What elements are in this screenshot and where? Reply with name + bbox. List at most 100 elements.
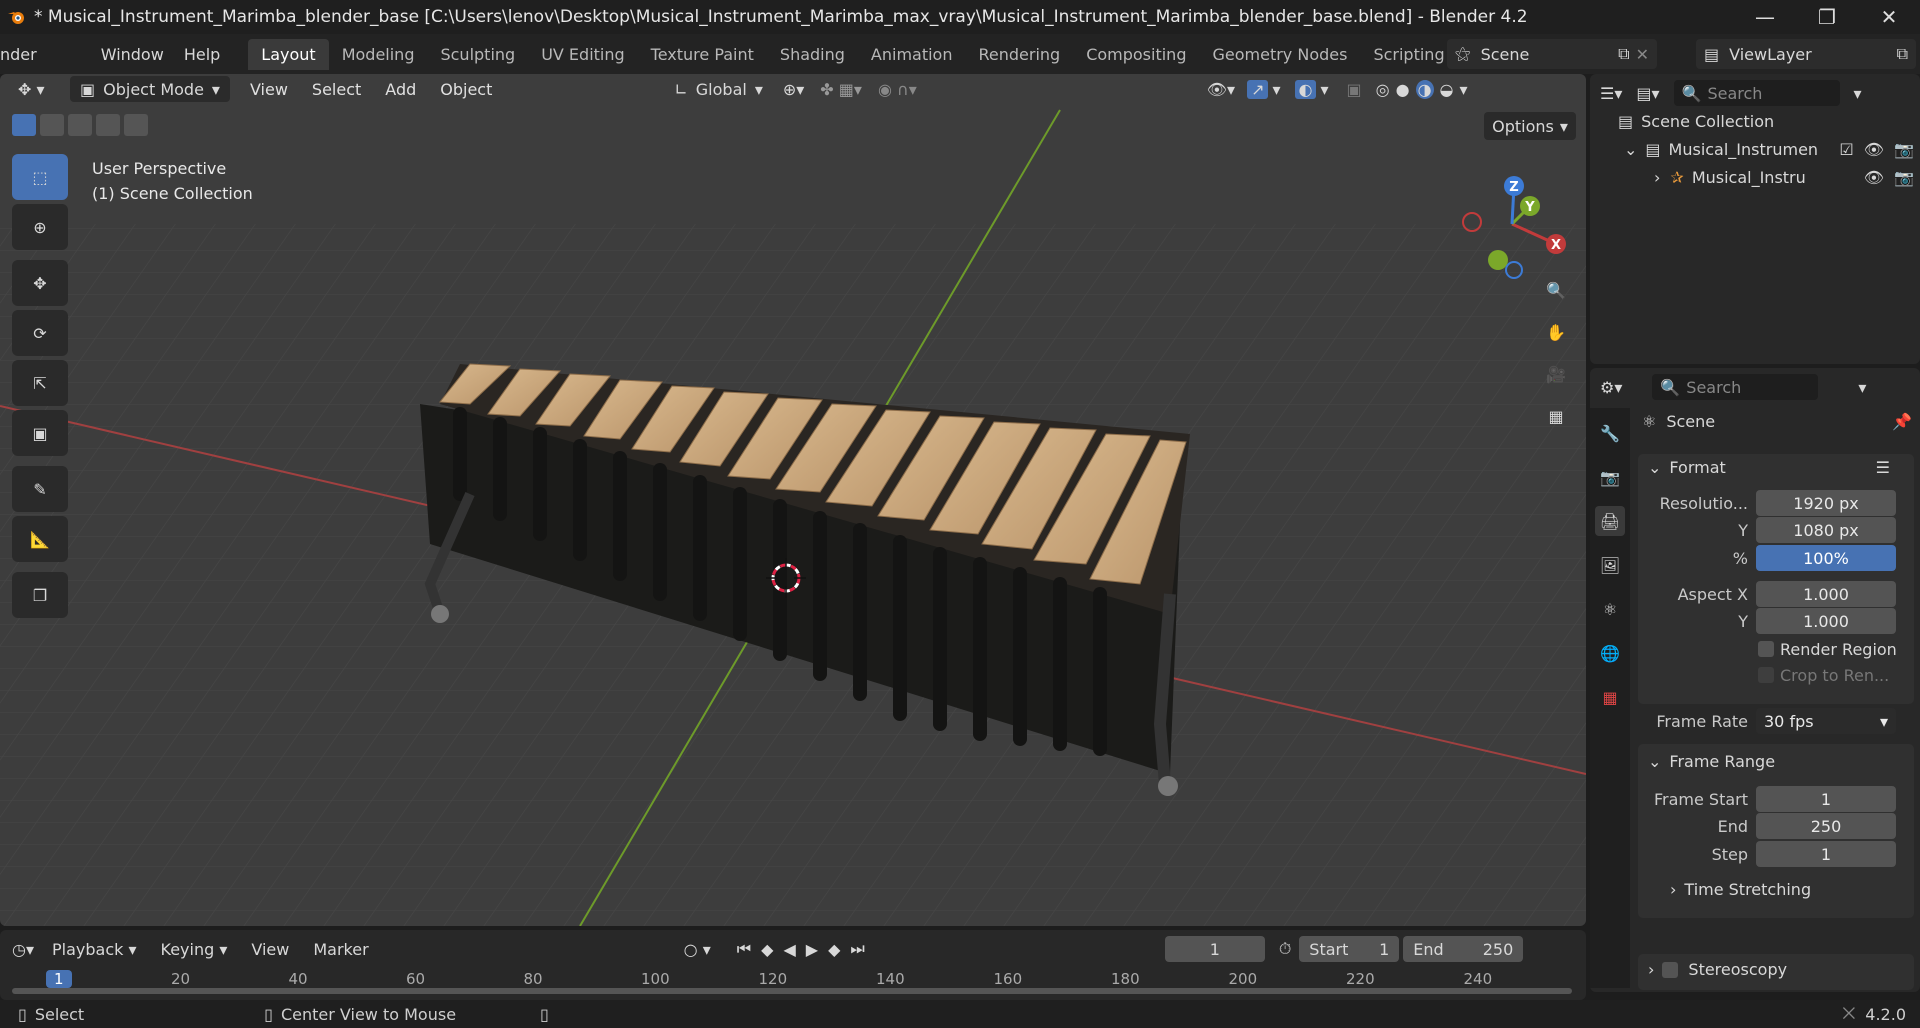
output-tab-icon[interactable]: 🖨 bbox=[1595, 506, 1625, 536]
select-difference-icon[interactable] bbox=[96, 114, 120, 136]
properties-editor[interactable]: ⚙▾ 🔍 Search ▾ 🔧 📷 🖨 🖼 ⚛ 🌐 ▦ ⚛ Scene 📌 ⌄ … bbox=[1590, 368, 1920, 992]
frame-step-field[interactable]: 1 bbox=[1756, 841, 1896, 867]
properties-editor-icon[interactable]: ⚙▾ bbox=[1600, 378, 1622, 397]
outliner-search-input[interactable]: 🔍 Search bbox=[1673, 80, 1840, 106]
frame-range-header[interactable]: ⌄ Frame Range bbox=[1648, 752, 1908, 771]
time-stretching-subpanel[interactable]: › Time Stretching bbox=[1670, 880, 1811, 899]
play-reverse-icon[interactable]: ◀ bbox=[783, 940, 795, 959]
tab-texture-paint[interactable]: Texture Paint bbox=[638, 39, 767, 70]
timeline-scrollbar[interactable] bbox=[12, 988, 1572, 994]
3d-viewport[interactable]: ✥ ▾ ▣ Object Mode ▾ View Select Add Obje… bbox=[0, 74, 1586, 926]
tab-rendering[interactable]: Rendering bbox=[965, 39, 1073, 70]
tab-sculpting[interactable]: Sculpting bbox=[427, 39, 528, 70]
menu-keying[interactable]: Keying ▾ bbox=[161, 940, 228, 959]
overlays-dropdown-icon[interactable]: ▾ bbox=[1320, 80, 1328, 99]
prev-keyframe-icon[interactable]: ◆ bbox=[761, 940, 773, 959]
crop-checkbox[interactable] bbox=[1758, 667, 1774, 683]
format-panel-header[interactable]: ⌄ Format ☰ bbox=[1648, 458, 1908, 477]
current-frame-field[interactable]: 1 bbox=[1164, 936, 1265, 962]
overlays-toggle-icon[interactable]: ◐ bbox=[1294, 79, 1317, 99]
new-scene-icon[interactable]: ⧉ bbox=[1618, 44, 1629, 64]
navigation-gizmo[interactable]: X Y Z bbox=[1452, 164, 1572, 284]
cursor-tool[interactable]: ⊕ bbox=[12, 204, 68, 250]
end-frame-field[interactable]: End 250 bbox=[1403, 936, 1524, 962]
pivot-icon[interactable]: ⊕▾ bbox=[783, 80, 804, 99]
menu-view[interactable]: View bbox=[238, 80, 300, 99]
proportional-edit-icon[interactable]: ◉ ∩▾ bbox=[878, 80, 917, 99]
stereoscopy-checkbox[interactable] bbox=[1662, 961, 1679, 978]
menu-timeline-view[interactable]: View bbox=[251, 940, 289, 959]
rotate-tool[interactable]: ⟳ bbox=[12, 310, 68, 356]
jump-end-icon[interactable]: ⏭ bbox=[850, 939, 864, 959]
tab-scripting[interactable]: Scripting bbox=[1360, 39, 1457, 70]
menu-object[interactable]: Object bbox=[428, 80, 504, 99]
transform-orientation[interactable]: ∟ Global ▾ bbox=[664, 76, 772, 102]
view-layer-selector[interactable]: ▤ ViewLayer ⧉ bbox=[1696, 39, 1916, 69]
measure-tool[interactable]: 📐 bbox=[12, 516, 68, 562]
camera-view-icon[interactable]: 🎥 bbox=[1536, 354, 1576, 394]
select-extend-icon[interactable] bbox=[40, 114, 64, 136]
tool-tab-icon[interactable]: 🔧 bbox=[1595, 418, 1625, 448]
frame-rate-dropdown[interactable]: 30 fps ▾ bbox=[1756, 708, 1896, 734]
checkbox-icon[interactable]: ☑ bbox=[1839, 140, 1853, 159]
chevron-down-icon[interactable]: ⌄ bbox=[1624, 140, 1637, 159]
minimize-button[interactable]: — bbox=[1734, 0, 1796, 34]
aspect-y-field[interactable]: 1.000 bbox=[1756, 608, 1896, 634]
tab-shading[interactable]: Shading bbox=[767, 39, 858, 70]
outliner-row-collection[interactable]: ⌄ ▤ Musical_Instrumen ☑ 👁 📷 bbox=[1624, 140, 1914, 159]
eye-icon[interactable]: 👁 bbox=[1864, 168, 1884, 187]
select-new-icon[interactable] bbox=[12, 114, 36, 136]
jump-start-icon[interactable]: ⏮ bbox=[737, 939, 751, 959]
transform-tool[interactable]: ▣ bbox=[12, 410, 68, 456]
options-button[interactable]: Options ▾ bbox=[1484, 112, 1576, 140]
scene-tab-icon[interactable]: ⚛ bbox=[1595, 594, 1625, 624]
outliner-row-object[interactable]: › ✰ Musical_Instru 👁 📷 bbox=[1654, 168, 1914, 187]
xray-icon[interactable]: ▣ bbox=[1347, 80, 1362, 99]
menu-select[interactable]: Select bbox=[300, 80, 373, 99]
world-tab-icon[interactable]: 🌐 bbox=[1595, 638, 1625, 668]
timeline-editor[interactable]: ◷▾ Playback ▾ Keying ▾ View Marker ○ ▾ ⏮… bbox=[0, 930, 1586, 1000]
menu-help[interactable]: Help bbox=[174, 45, 230, 64]
zoom-icon[interactable]: 🔍 bbox=[1536, 270, 1576, 310]
resolution-percent-field[interactable]: 100% bbox=[1756, 545, 1896, 571]
aspect-x-field[interactable]: 1.000 bbox=[1756, 581, 1896, 607]
tab-uv-editing[interactable]: UV Editing bbox=[528, 39, 637, 70]
frame-start-field[interactable]: 1 bbox=[1756, 786, 1896, 812]
tab-animation[interactable]: Animation bbox=[858, 39, 966, 70]
resolution-x-field[interactable]: 1920 px bbox=[1756, 490, 1896, 516]
menu-window[interactable]: Window bbox=[91, 45, 174, 64]
menu-marker[interactable]: Marker bbox=[313, 940, 368, 959]
gizmo-toggle-icon[interactable]: ↗ bbox=[1247, 79, 1269, 99]
move-tool[interactable]: ✥ bbox=[12, 260, 68, 306]
crop-row[interactable]: Crop to Ren... bbox=[1638, 662, 1914, 688]
scale-tool[interactable]: ⇱ bbox=[12, 360, 68, 406]
outliner-row-scene-collection[interactable]: ▤ Scene Collection bbox=[1618, 112, 1774, 131]
auto-keying-icon[interactable]: ○ ▾ bbox=[684, 940, 711, 959]
pin-icon[interactable]: 📌 bbox=[1892, 412, 1912, 431]
stopwatch-icon[interactable]: ⏱ bbox=[1279, 939, 1291, 959]
play-icon[interactable]: ▶ bbox=[806, 940, 818, 959]
material-shading-icon[interactable]: ◑ bbox=[1415, 79, 1434, 99]
new-view-layer-icon[interactable]: ⧉ bbox=[1897, 44, 1908, 64]
texture-tab-icon[interactable]: ▦ bbox=[1595, 682, 1625, 712]
select-box-tool[interactable]: ⬚ bbox=[12, 154, 68, 200]
chevron-right-icon[interactable]: › bbox=[1654, 168, 1660, 187]
snap-icon[interactable]: ✤ ▦▾ bbox=[820, 80, 862, 99]
menu-render[interactable]: nder bbox=[0, 45, 47, 64]
next-keyframe-icon[interactable]: ◆ bbox=[828, 940, 840, 959]
add-cube-tool[interactable]: ❐ bbox=[12, 572, 68, 618]
scene-selector[interactable]: ⚝ Scene ⧉ ✕ bbox=[1447, 39, 1657, 69]
tab-compositing[interactable]: Compositing bbox=[1073, 39, 1199, 70]
pan-hand-icon[interactable]: ✋ bbox=[1536, 312, 1576, 352]
stereoscopy-header[interactable]: › Stereoscopy bbox=[1648, 960, 1787, 979]
remove-scene-icon[interactable]: ✕ bbox=[1636, 45, 1649, 64]
render-region-checkbox[interactable] bbox=[1758, 641, 1774, 657]
menu-add[interactable]: Add bbox=[373, 80, 428, 99]
outliner[interactable]: ☰▾ ▤▾ 🔍 Search ▾ ▤ Scene Collection ⌄ ▤ … bbox=[1590, 74, 1920, 364]
editor-type-icon[interactable]: ✥ ▾ bbox=[18, 80, 62, 99]
maximize-button[interactable]: ❐ bbox=[1796, 0, 1858, 34]
orthographic-grid-icon[interactable]: ▦ bbox=[1536, 396, 1576, 436]
tab-modeling[interactable]: Modeling bbox=[329, 39, 428, 70]
annotate-tool[interactable]: ✎ bbox=[12, 466, 68, 512]
visibility-icon[interactable]: 👁▾ bbox=[1207, 80, 1235, 99]
